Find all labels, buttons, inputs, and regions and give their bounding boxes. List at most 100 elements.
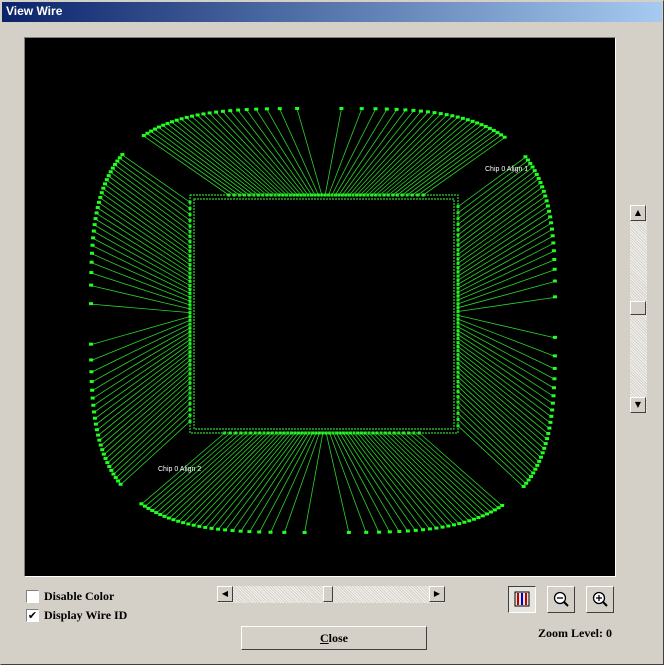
lead-pad — [89, 370, 94, 374]
lead-pad — [145, 131, 150, 135]
display-wire-id-checkbox[interactable]: ✔ — [26, 608, 39, 622]
zoom-out-button[interactable] — [547, 586, 575, 613]
display-wire-id-option[interactable]: ✔ Display Wire ID — [26, 607, 127, 623]
lead-pad — [425, 110, 430, 114]
lead-pad — [541, 189, 546, 193]
lead-pad — [89, 342, 94, 346]
lead-pad — [480, 514, 485, 518]
lead-pad — [146, 506, 151, 510]
bond-wire — [457, 346, 552, 418]
lead-pad — [551, 241, 556, 245]
lead-pad — [483, 124, 488, 128]
lead-pad — [181, 521, 186, 525]
lead-pad — [525, 158, 530, 162]
lead-pad — [359, 107, 364, 111]
lead-pad — [195, 113, 200, 117]
bond-wire — [375, 118, 464, 196]
lead-pad — [540, 451, 545, 455]
lead-pad — [93, 217, 98, 221]
title-bar[interactable]: View Wire — [2, 2, 662, 22]
bond-wire — [332, 432, 380, 533]
disable-color-checkbox[interactable] — [26, 589, 39, 603]
lead-pad — [100, 448, 105, 452]
lead-pad — [161, 123, 166, 127]
lead-pad — [98, 195, 103, 199]
lead-pad — [418, 109, 423, 113]
lead-pad — [462, 520, 467, 524]
lead-pad — [499, 133, 504, 137]
scroll-left-button[interactable]: ◀ — [217, 586, 233, 602]
lead-pad — [550, 234, 555, 238]
wire-view-canvas[interactable]: Chip 0 Align 1 Chip 0 Align 2 — [24, 37, 616, 577]
lead-pad — [548, 420, 553, 424]
lead-pad — [523, 155, 528, 159]
close-mnemonic: C — [319, 631, 329, 645]
lead-pad — [118, 482, 123, 486]
bond-wire — [203, 114, 287, 196]
lead-pad — [98, 443, 103, 447]
bond-wire — [270, 432, 317, 533]
scroll-right-button[interactable]: ▶ — [429, 586, 445, 602]
lead-pad — [109, 468, 114, 472]
lead-pad — [302, 530, 307, 534]
vertical-scroll-thumb[interactable] — [630, 301, 646, 315]
lead-pad — [528, 161, 533, 165]
bond-wire — [191, 116, 280, 196]
disable-color-option[interactable]: Disable Color — [26, 588, 114, 604]
scroll-up-button[interactable]: ▲ — [630, 205, 646, 221]
lead-pad — [543, 194, 548, 198]
lead-pad — [120, 153, 125, 157]
lead-pad — [96, 200, 101, 204]
lead-pad — [364, 530, 369, 534]
lead-pad — [254, 107, 259, 111]
lead-pad — [94, 211, 99, 215]
horizontal-scrollbar[interactable]: ◀ ▶ — [217, 586, 445, 603]
lead-pad — [89, 302, 94, 306]
lead-pad — [223, 528, 228, 532]
lead-pad — [446, 524, 451, 528]
lead-pad — [552, 377, 557, 381]
bond-wire — [457, 425, 524, 488]
lead-pad — [491, 128, 496, 132]
lead-pad — [139, 502, 144, 506]
lead-pad — [268, 530, 273, 534]
lead-pad — [550, 401, 555, 405]
lead-pad — [101, 186, 106, 190]
bond-wire — [101, 192, 191, 257]
bond-wire — [329, 432, 367, 534]
lead-pad — [548, 215, 553, 219]
horizontal-scroll-thumb[interactable] — [323, 586, 333, 602]
lead-pad — [214, 110, 219, 114]
lead-pad — [170, 120, 175, 124]
lead-pad — [101, 452, 106, 456]
bond-wire — [335, 109, 388, 196]
bond-wire — [143, 135, 229, 196]
lead-pad — [531, 471, 536, 475]
lead-pad — [475, 121, 480, 125]
lead-pad — [552, 366, 557, 370]
lead-pad — [530, 165, 535, 169]
lead-pad — [532, 169, 537, 173]
lead-pad — [95, 206, 100, 210]
lead-pad — [90, 243, 95, 247]
lead-pad — [89, 251, 94, 255]
lead-pad — [91, 236, 96, 240]
vertical-scrollbar[interactable]: ▲ ▼ — [630, 205, 647, 413]
lead-pad — [113, 162, 118, 166]
wire-diagram: Chip 0 Align 1 Chip 0 Align 2 — [89, 107, 557, 534]
lead-pad — [152, 127, 157, 131]
wire-color-button[interactable] — [508, 586, 536, 613]
lead-pad — [165, 121, 170, 125]
zoom-in-button[interactable] — [586, 586, 614, 613]
lead-pad — [545, 437, 550, 441]
bond-wire — [266, 109, 316, 196]
lead-pad — [277, 107, 282, 111]
scroll-down-button[interactable]: ▼ — [630, 397, 646, 413]
lead-pad — [150, 509, 155, 513]
lead-pad — [384, 107, 389, 111]
close-button[interactable]: Close — [241, 626, 427, 650]
bond-wire — [457, 269, 555, 305]
lead-pad — [496, 506, 501, 510]
lead-pad — [471, 517, 476, 521]
bond-wire — [403, 432, 492, 513]
